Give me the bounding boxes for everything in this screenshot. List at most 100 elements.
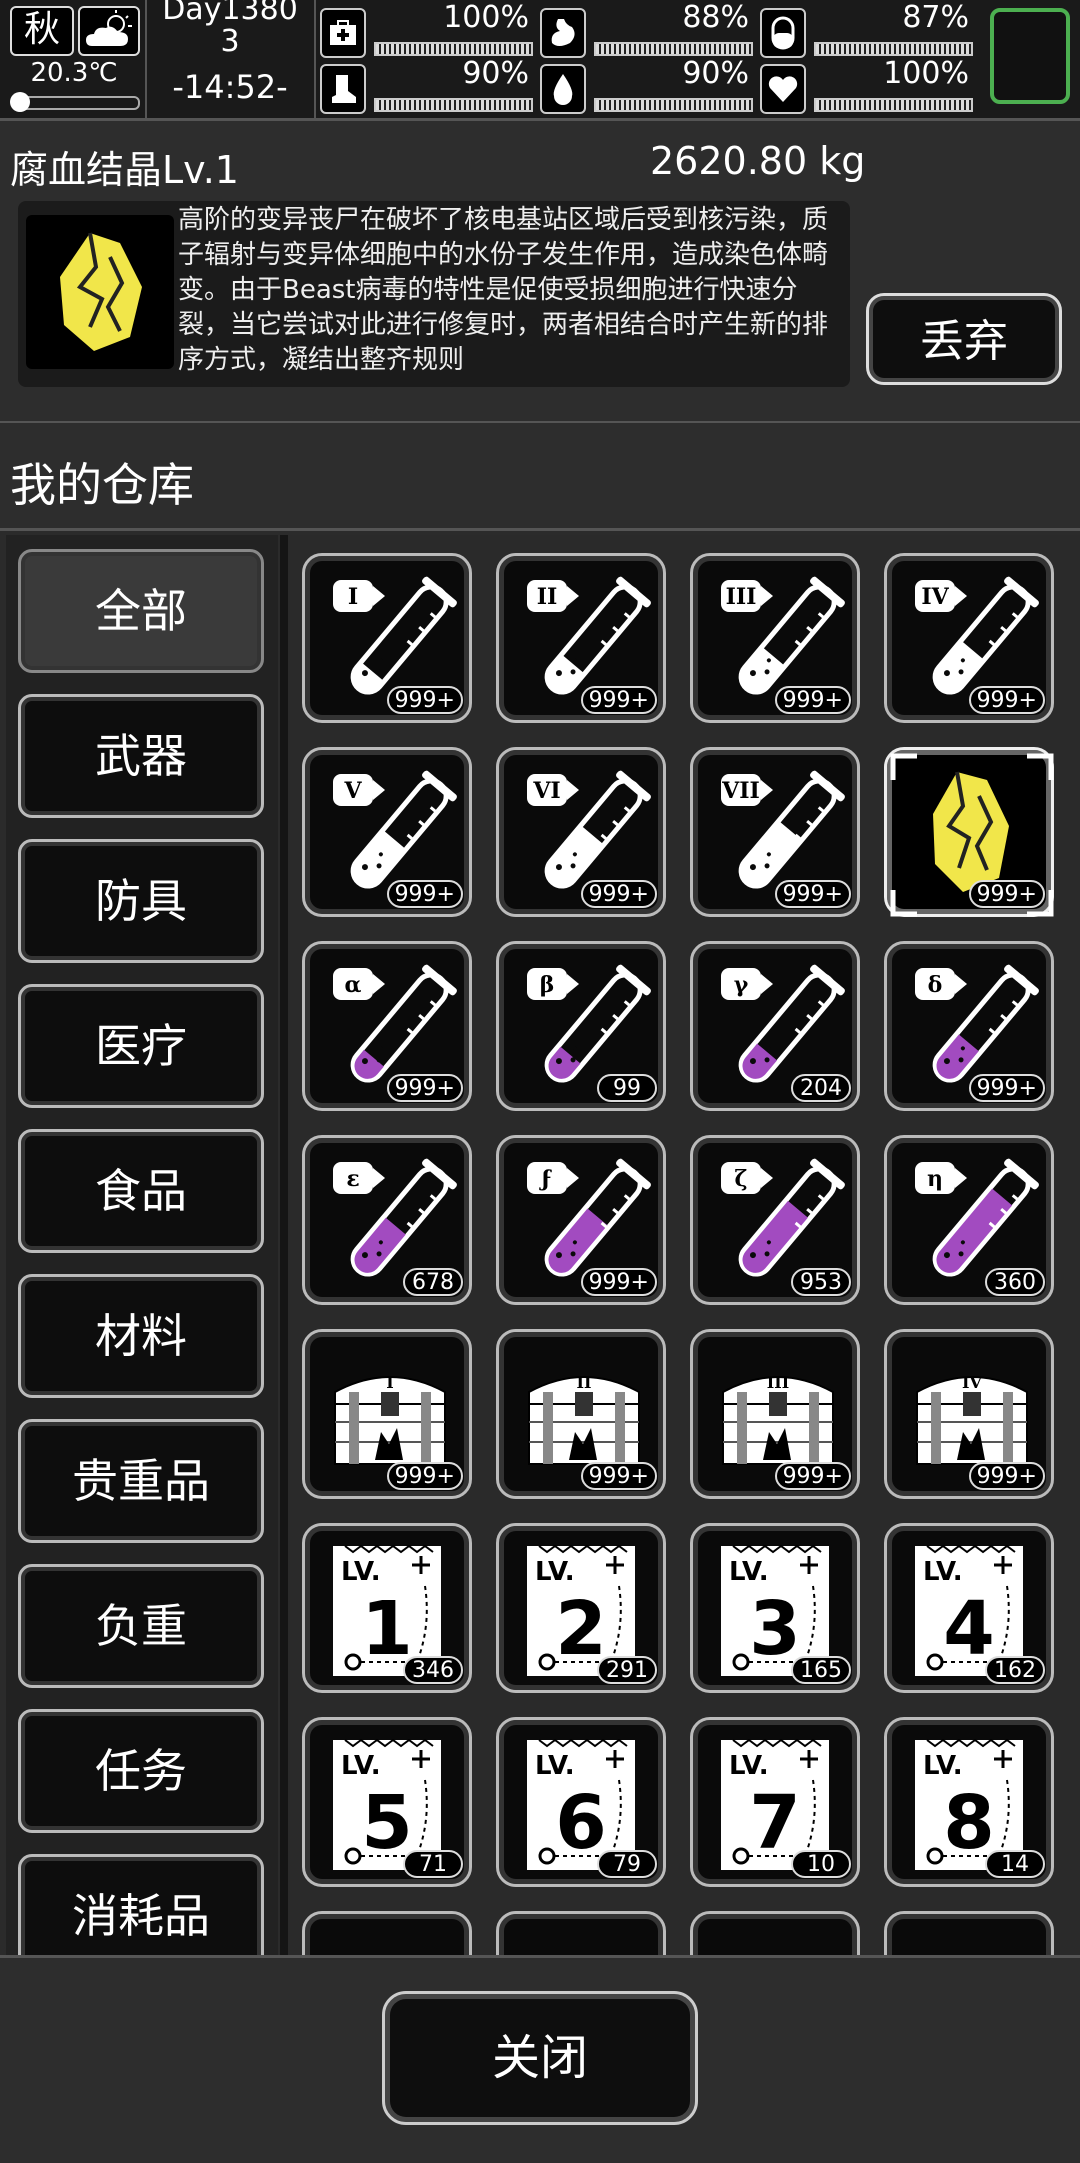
character-portrait[interactable] — [990, 8, 1070, 104]
svg-text:η: η — [927, 1166, 943, 1192]
stat-hunger: 88% — [540, 0, 755, 58]
blood-crystal-icon — [26, 215, 174, 369]
supply-chest-slot-17[interactable]: II 999+ — [496, 1329, 666, 1499]
item-count-badge: 999+ — [774, 686, 851, 714]
partial-slot-28[interactable] — [302, 1911, 472, 1955]
item-count-badge: 346 — [403, 1656, 463, 1684]
medkit-icon — [320, 8, 366, 58]
test-tube-slot-8[interactable]: α 999+ — [302, 941, 472, 1111]
level-ticket-slot-26[interactable]: LV. 7 10 — [690, 1717, 860, 1887]
partial-slot-30[interactable] — [690, 1911, 860, 1955]
item-count-badge: 999+ — [580, 880, 657, 908]
category-tab-2[interactable]: 防具 — [18, 839, 264, 963]
heart-icon — [760, 64, 806, 114]
item-weight: 2620.80 kg — [650, 139, 866, 183]
svg-text:6: 6 — [555, 1780, 607, 1866]
test-tube-slot-4[interactable]: V 999+ — [302, 747, 472, 917]
item-count-badge: 162 — [985, 1656, 1045, 1684]
item-name: 腐血结晶Lv.1 — [10, 148, 239, 192]
svg-text:V: V — [343, 778, 362, 804]
supply-chest-slot-19[interactable]: IV 999+ — [884, 1329, 1054, 1499]
test-tube-slot-6[interactable]: VII 999+ — [690, 747, 860, 917]
discard-button[interactable]: 丢弃 — [866, 293, 1062, 385]
water-drop-icon — [540, 64, 586, 114]
item-count-badge: 204 — [791, 1074, 851, 1102]
item-count-badge: 999+ — [580, 686, 657, 714]
item-count-badge: 999+ — [968, 1462, 1045, 1490]
level-ticket-slot-21[interactable]: LV. 2 291 — [496, 1523, 666, 1693]
season-badge: 秋 — [10, 6, 74, 56]
svg-text:III: III — [767, 1373, 789, 1392]
level-ticket-slot-25[interactable]: LV. 6 79 — [496, 1717, 666, 1887]
item-description: 高阶的变异丧尸在破坏了核电基站区域后受到核污染，质子辐射与变异体细胞中的水份子发… — [178, 205, 829, 375]
test-tube-slot-2[interactable]: III 999+ — [690, 553, 860, 723]
stat-health: 100% — [320, 0, 535, 58]
test-tube-slot-13[interactable]: ϝ 999+ — [496, 1135, 666, 1305]
test-tube-slot-9[interactable]: β 99 — [496, 941, 666, 1111]
level-ticket-slot-27[interactable]: LV. 8 14 — [884, 1717, 1054, 1887]
item-count-badge: 999+ — [386, 686, 463, 714]
category-tab-8[interactable]: 任务 — [18, 1709, 264, 1833]
svg-text:LV.: LV. — [341, 1751, 381, 1781]
close-button[interactable]: 关闭 — [382, 1991, 698, 2125]
inventory-grid[interactable]: I 999+ II 999+ III 999+ IV 999+ V 999+ V… — [288, 535, 1080, 1955]
item-count-badge: 999+ — [968, 880, 1045, 908]
svg-text:4: 4 — [943, 1586, 995, 1672]
supply-chest-slot-16[interactable]: I 999+ — [302, 1329, 472, 1499]
category-tab-9[interactable]: 消耗品 — [18, 1854, 264, 1955]
svg-text:II: II — [537, 584, 558, 610]
level-ticket-slot-23[interactable]: LV. 4 162 — [884, 1523, 1054, 1693]
stat-thirst: 90% — [540, 56, 755, 114]
blood-crystal-slot[interactable]: 999+ — [884, 747, 1054, 917]
svg-text:LV.: LV. — [729, 1557, 769, 1587]
stat-stamina: 90% — [320, 56, 535, 114]
category-tab-5[interactable]: 材料 — [18, 1274, 264, 1398]
test-tube-slot-14[interactable]: ζ 953 — [690, 1135, 860, 1305]
svg-text:VI: VI — [532, 778, 560, 804]
item-count-badge: 999+ — [968, 686, 1045, 714]
category-tab-0[interactable]: 全部 — [18, 549, 264, 673]
level-ticket-slot-24[interactable]: LV. 5 71 — [302, 1717, 472, 1887]
level-ticket-slot-20[interactable]: LV. 1 346 — [302, 1523, 472, 1693]
test-tube-slot-11[interactable]: δ 999+ — [884, 941, 1054, 1111]
temperature-bar — [10, 92, 140, 112]
test-tube-slot-5[interactable]: VI 999+ — [496, 747, 666, 917]
boot-icon — [320, 64, 366, 114]
category-tab-4[interactable]: 食品 — [18, 1129, 264, 1253]
test-tube-slot-1[interactable]: II 999+ — [496, 553, 666, 723]
svg-text:IV: IV — [921, 584, 949, 610]
svg-text:ζ: ζ — [734, 1166, 747, 1192]
test-tube-slot-12[interactable]: ε 678 — [302, 1135, 472, 1305]
item-count-badge: 999+ — [968, 1074, 1045, 1102]
warehouse-title: 我的仓库 — [10, 458, 194, 512]
svg-text:IV: IV — [962, 1373, 982, 1392]
svg-text:II: II — [577, 1373, 592, 1392]
test-tube-slot-10[interactable]: γ 204 — [690, 941, 860, 1111]
warehouse-header: 我的仓库 — [0, 423, 1080, 531]
item-count-badge: 999+ — [386, 1462, 463, 1490]
svg-text:3: 3 — [749, 1586, 801, 1672]
supply-chest-slot-18[interactable]: III 999+ — [690, 1329, 860, 1499]
level-ticket-slot-22[interactable]: LV. 3 165 — [690, 1523, 860, 1693]
partial-slot-31[interactable] — [884, 1911, 1054, 1955]
test-tube-slot-0[interactable]: I 999+ — [302, 553, 472, 723]
category-tab-7[interactable]: 负重 — [18, 1564, 264, 1688]
svg-text:LV.: LV. — [535, 1557, 575, 1587]
svg-text:2: 2 — [555, 1586, 607, 1672]
svg-text:LV.: LV. — [341, 1557, 381, 1587]
stat-medicine: 87% — [760, 0, 975, 58]
category-sidebar[interactable]: 全部武器防具医疗食品材料贵重品负重任务消耗品 — [6, 535, 278, 1955]
svg-text:LV.: LV. — [923, 1557, 963, 1587]
test-tube-slot-3[interactable]: IV 999+ — [884, 553, 1054, 723]
category-tab-1[interactable]: 武器 — [18, 694, 264, 818]
item-count-badge: 999+ — [386, 880, 463, 908]
svg-text:VII: VII — [721, 778, 760, 804]
svg-text:8: 8 — [943, 1780, 995, 1866]
category-tab-6[interactable]: 贵重品 — [18, 1419, 264, 1543]
test-tube-slot-15[interactable]: η 360 — [884, 1135, 1054, 1305]
svg-text:LV.: LV. — [535, 1751, 575, 1781]
partial-slot-29[interactable] — [496, 1911, 666, 1955]
svg-text:7: 7 — [749, 1780, 801, 1866]
item-description-box: 高阶的变异丧尸在破坏了核电基站区域后受到核污染，质子辐射与变异体细胞中的水份子发… — [18, 201, 850, 387]
category-tab-3[interactable]: 医疗 — [18, 984, 264, 1108]
